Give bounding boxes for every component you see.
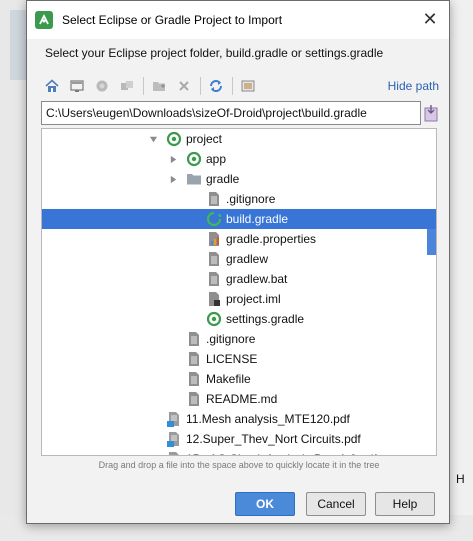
ok-button[interactable]: OK	[235, 492, 295, 516]
background-window-left	[0, 0, 28, 541]
tree-row-label: .gitignore	[226, 192, 276, 206]
tree-row-label: gradlew.bat	[226, 272, 288, 286]
tree-row[interactable]: app	[42, 149, 436, 169]
tree-row[interactable]: 11.Mesh analysis_MTE120.pdf	[42, 409, 436, 429]
file-chooser-toolbar	[41, 75, 262, 97]
dialog-titlebar[interactable]: Select Eclipse or Gradle Project to Impo…	[27, 1, 449, 39]
text-file-icon	[186, 351, 202, 367]
text-file-icon	[206, 271, 222, 287]
tree-row[interactable]: gradle	[42, 169, 436, 189]
tree-row-label: Makefile	[206, 372, 251, 386]
tree-row[interactable]: build.gradle	[42, 209, 436, 229]
instruction-text: Select your Eclipse project folder, buil…	[45, 46, 384, 60]
desktop-icon[interactable]	[66, 75, 88, 97]
tree-scrollbar-thumb[interactable]	[427, 219, 436, 255]
tree-row[interactable]: settings.gradle	[42, 309, 436, 329]
tree-row[interactable]: project	[42, 129, 436, 149]
gradle-module-icon	[166, 131, 182, 147]
expand-right-icon[interactable]	[168, 174, 178, 184]
background-text-fragment: H	[456, 472, 465, 486]
path-input[interactable]	[41, 101, 421, 125]
tree-row[interactable]: gradle.properties	[42, 229, 436, 249]
text-file-icon	[206, 251, 222, 267]
expand-down-icon[interactable]	[148, 134, 158, 144]
tree-row[interactable]: .gitignore	[42, 189, 436, 209]
tree-row-label: project.iml	[226, 292, 281, 306]
file-tree[interactable]: project app gradle .gitignore build.gradle gr…	[41, 128, 437, 456]
text-file-icon	[186, 331, 202, 347]
tree-row[interactable]: .gitignore	[42, 329, 436, 349]
tree-row[interactable]: gradlew.bat	[42, 269, 436, 289]
new-folder-icon[interactable]	[148, 75, 170, 97]
tree-row-label: gradle	[206, 172, 240, 186]
background-window-right: H	[450, 0, 473, 541]
tree-row-label: project	[186, 132, 223, 146]
tree-row-label: build.gradle	[226, 212, 289, 226]
tree-row[interactable]: README.md	[42, 389, 436, 409]
tree-row[interactable]: 12.Super_Thev_Nort Circuits.pdf	[42, 429, 436, 449]
text-file-icon	[206, 191, 222, 207]
toolbar-separator	[232, 77, 233, 95]
gradle-module-icon	[186, 151, 202, 167]
tree-row[interactable]: LICENSE	[42, 349, 436, 369]
close-icon[interactable]: ✕	[421, 10, 439, 28]
path-history-icon[interactable]	[424, 104, 438, 122]
tree-row-label: gradlew	[226, 252, 269, 266]
import-project-dialog: Select Eclipse or Gradle Project to Impo…	[26, 0, 450, 524]
project-icon[interactable]	[91, 75, 113, 97]
tree-row-label: 12.Super_Thev_Nort Circuits.pdf	[186, 432, 361, 446]
tree-row[interactable]: project.iml	[42, 289, 436, 309]
expand-right-icon[interactable]	[168, 154, 178, 164]
path-row	[41, 101, 438, 125]
text-file-icon	[186, 371, 202, 387]
show-hidden-icon[interactable]	[237, 75, 259, 97]
tree-row-label: app	[206, 152, 227, 166]
pdf-file-icon	[166, 451, 182, 455]
properties-file-icon	[206, 231, 222, 247]
tree-row-label: README.md	[206, 392, 278, 406]
android-studio-icon	[35, 11, 53, 29]
tree-row-label: gradle.properties	[226, 232, 317, 246]
module-icon[interactable]	[116, 75, 138, 97]
drag-drop-hint: Drag and drop a file into the space abov…	[98, 460, 380, 470]
gradle-file-icon	[206, 211, 222, 227]
pdf-file-icon	[166, 431, 182, 447]
tree-row-label: 11.Mesh analysis_MTE120.pdf	[186, 412, 350, 426]
help-button[interactable]: Help	[375, 492, 435, 516]
gradle-module-icon	[206, 311, 222, 327]
iml-file-icon	[206, 291, 222, 307]
tree-row[interactable]: Makefile	[42, 369, 436, 389]
pdf-file-icon	[166, 411, 182, 427]
cancel-button[interactable]: Cancel	[306, 492, 366, 516]
tree-row[interactable]: gradlew	[42, 249, 436, 269]
tree-row-label: .gitignore	[206, 332, 256, 346]
home-icon[interactable]	[41, 75, 63, 97]
dialog-title: Select Eclipse or Gradle Project to Impo…	[62, 13, 283, 27]
toolbar-separator	[200, 77, 201, 95]
hide-path-link[interactable]: Hide path	[388, 79, 439, 93]
tree-row-label: LICENSE	[206, 352, 258, 366]
tree-row-label: 15 - AC Circuit Analysis Part 1-0.pdf	[186, 452, 377, 455]
tree-row-label: settings.gradle	[226, 312, 305, 326]
folder-icon	[186, 171, 202, 187]
text-file-icon	[186, 391, 202, 407]
refresh-icon[interactable]	[205, 75, 227, 97]
toolbar-separator	[143, 77, 144, 95]
tree-row[interactable]: 15 - AC Circuit Analysis Part 1-0.pdf	[42, 449, 436, 455]
delete-icon[interactable]	[173, 75, 195, 97]
